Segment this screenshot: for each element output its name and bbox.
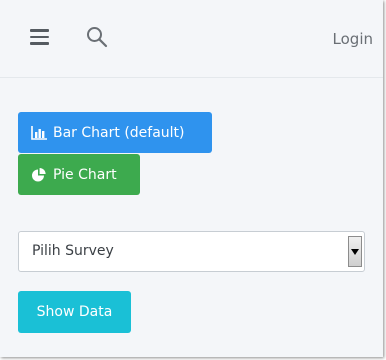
hamburger-icon[interactable] — [30, 29, 49, 45]
login-link[interactable]: Login — [333, 30, 373, 48]
survey-select-value: Pilih Survey — [32, 243, 114, 259]
pie-chart-icon — [31, 167, 48, 182]
bar-chart-icon — [31, 125, 48, 140]
bar-chart-label: Bar Chart (default) — [53, 124, 185, 141]
show-data-button[interactable]: Show Data — [18, 291, 131, 333]
pie-chart-button[interactable]: Pie Chart — [18, 154, 140, 195]
pie-chart-label: Pie Chart — [53, 166, 117, 183]
top-navbar: Login — [0, 0, 383, 78]
app-window: Login Bar Chart (default) Pie Chart Pili… — [0, 0, 383, 357]
dropdown-arrow-icon[interactable] — [348, 236, 362, 267]
survey-select[interactable]: Pilih Survey — [18, 231, 365, 272]
bar-chart-button[interactable]: Bar Chart (default) — [18, 112, 212, 153]
search-icon[interactable] — [86, 26, 108, 48]
